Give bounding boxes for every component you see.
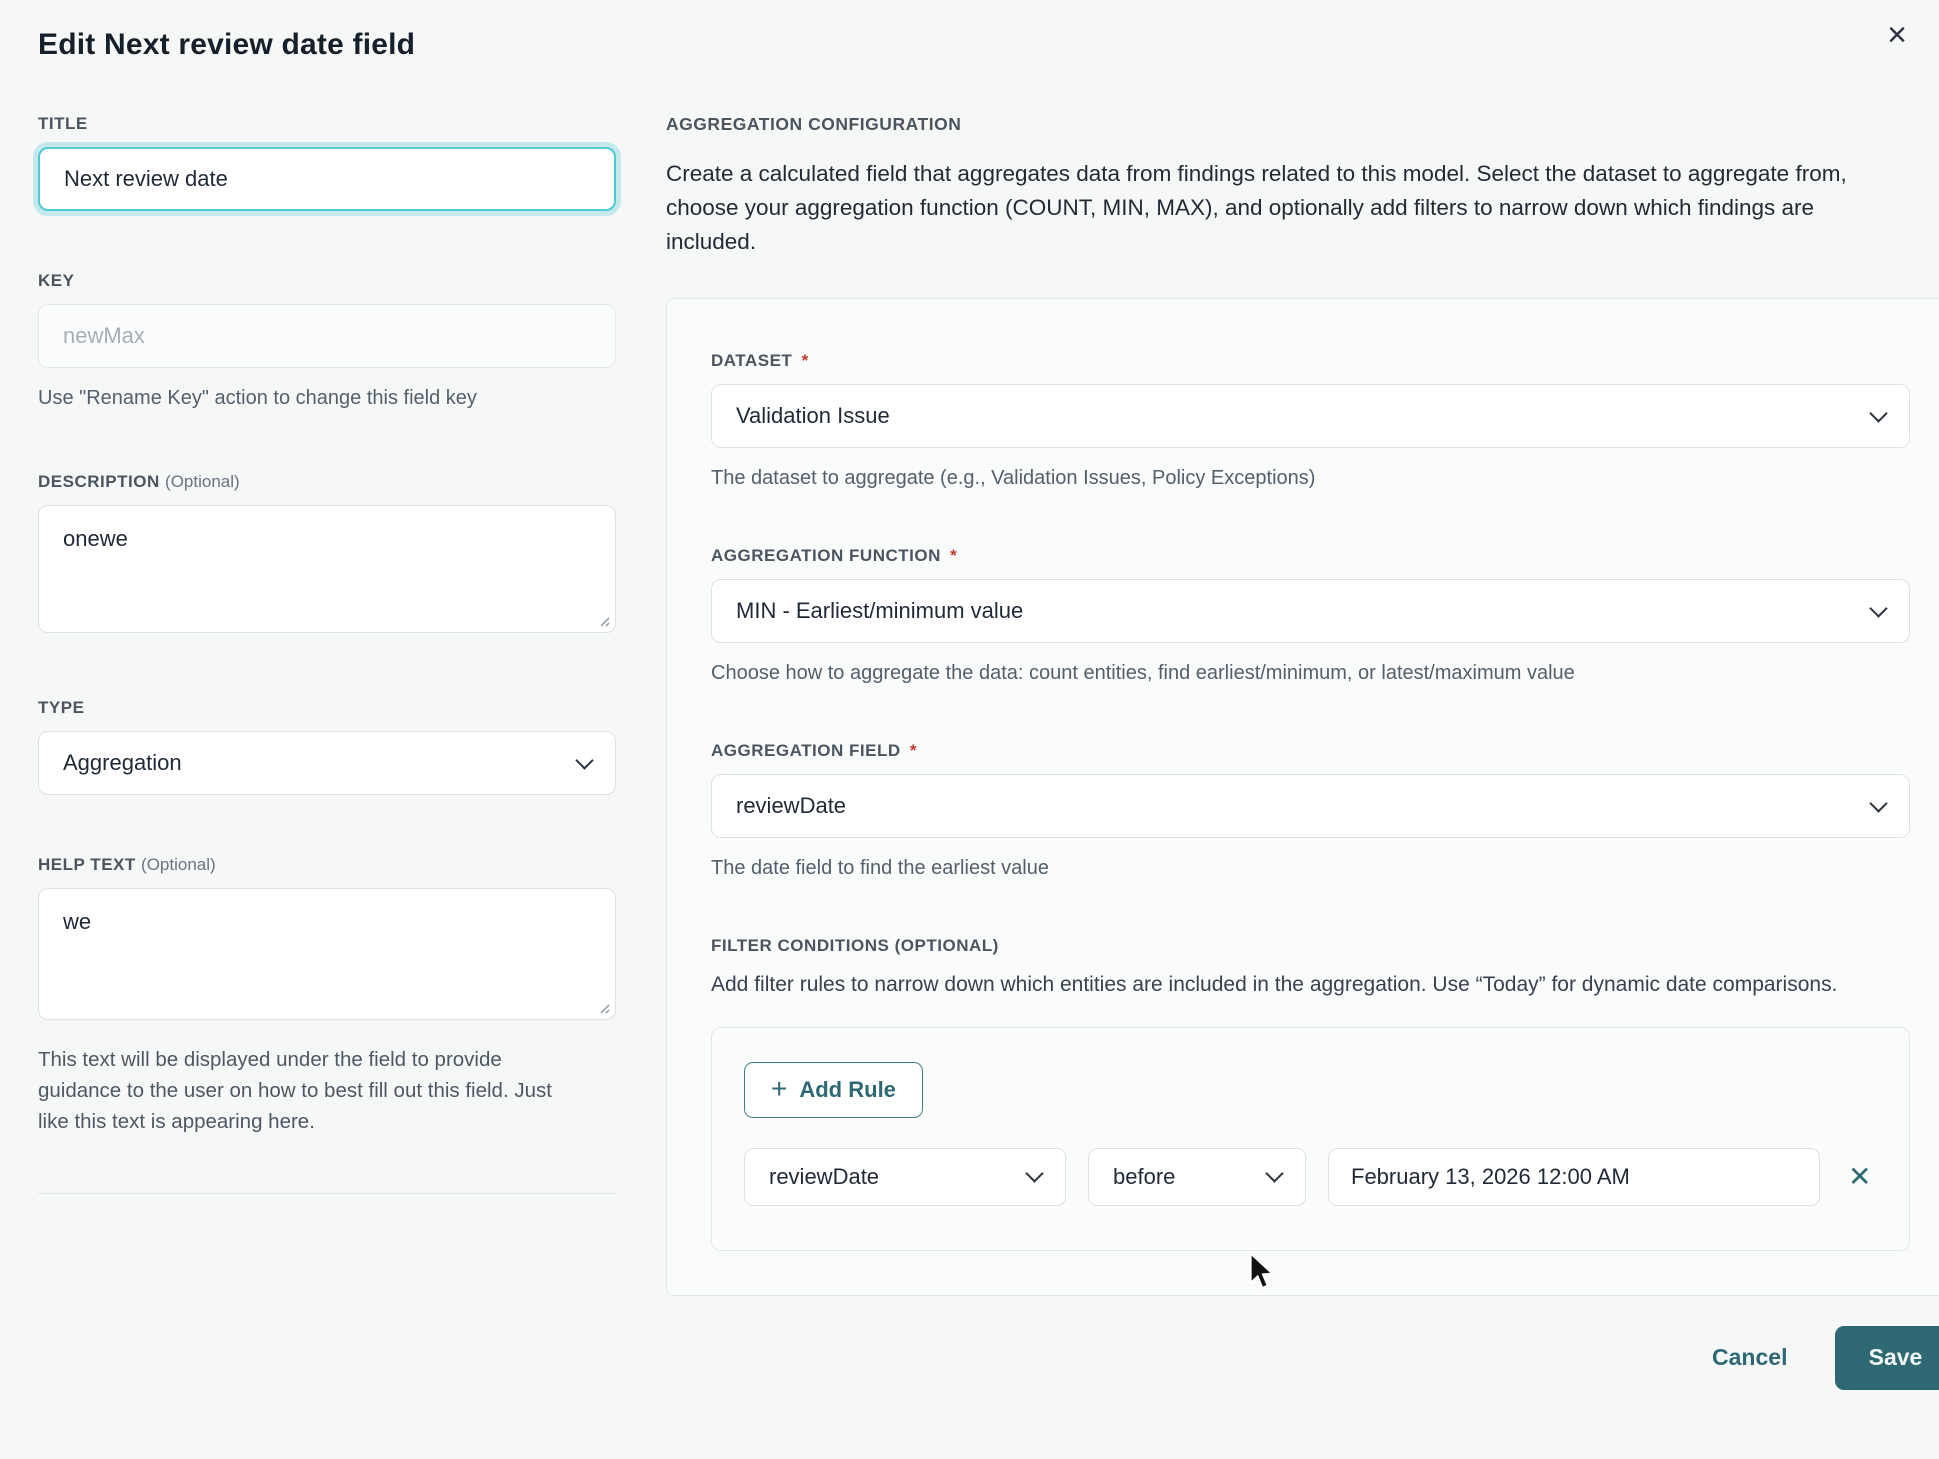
chevron-down-icon xyxy=(1265,1164,1283,1182)
chevron-down-icon xyxy=(1870,794,1888,812)
divider xyxy=(38,1193,616,1194)
type-select[interactable]: Aggregation xyxy=(38,731,616,795)
help-text-label-text: HELP TEXT xyxy=(38,855,136,874)
field-settings-column: TITLE KEY Use "Rename Key" action to cha… xyxy=(38,114,616,1390)
description-label-text: DESCRIPTION xyxy=(38,472,160,491)
key-input xyxy=(38,304,616,368)
filter-rules-panel: + Add Rule reviewDate before xyxy=(711,1027,1910,1251)
aggregation-intro: Create a calculated field that aggregate… xyxy=(666,157,1896,258)
type-select-value: Aggregation xyxy=(63,750,182,776)
rule-operator-select-value: before xyxy=(1113,1164,1175,1190)
title-input[interactable] xyxy=(38,147,616,211)
title-group: TITLE xyxy=(38,114,616,211)
aggregation-function-select-value: MIN - Earliest/minimum value xyxy=(736,598,1023,624)
chevron-down-icon xyxy=(1870,599,1888,617)
key-label: KEY xyxy=(38,271,616,291)
dataset-label-text: DATASET xyxy=(711,351,792,370)
aggregation-function-label: AGGREGATION FUNCTION * xyxy=(711,546,1910,566)
required-asterisk: * xyxy=(802,351,809,370)
required-asterisk: * xyxy=(910,741,917,760)
add-rule-label: Add Rule xyxy=(799,1077,896,1103)
help-text-textarea[interactable]: we xyxy=(38,888,616,1020)
type-group: TYPE Aggregation xyxy=(38,698,616,795)
aggregation-field-helper: The date field to find the earliest valu… xyxy=(711,854,1910,882)
help-text-label: HELP TEXT (Optional) xyxy=(38,855,616,875)
aggregation-column: AGGREGATION CONFIGURATION Create a calcu… xyxy=(666,114,1939,1390)
key-group: KEY Use "Rename Key" action to change th… xyxy=(38,271,616,412)
title-label: TITLE xyxy=(38,114,616,134)
save-button[interactable]: Save xyxy=(1835,1326,1939,1390)
aggregation-field-label-text: AGGREGATION FIELD xyxy=(711,741,901,760)
plus-icon: + xyxy=(771,1075,787,1103)
resize-grip-icon[interactable] xyxy=(595,999,610,1019)
filter-conditions-helper: Add filter rules to narrow down which en… xyxy=(711,970,1910,1000)
filter-conditions-label: FILTER CONDITIONS (OPTIONAL) xyxy=(711,936,1910,956)
filter-conditions-group: FILTER CONDITIONS (OPTIONAL) Add filter … xyxy=(711,936,1910,1250)
key-helper: Use "Rename Key" action to change this f… xyxy=(38,384,616,412)
required-asterisk: * xyxy=(950,546,957,565)
chevron-down-icon xyxy=(1870,404,1888,422)
add-rule-button[interactable]: + Add Rule xyxy=(744,1062,923,1118)
aggregation-field-select-value: reviewDate xyxy=(736,793,846,819)
description-optional-text: (Optional) xyxy=(165,472,240,491)
remove-rule-icon[interactable]: ✕ xyxy=(1842,1159,1877,1195)
chevron-down-icon xyxy=(1025,1164,1043,1182)
description-label: DESCRIPTION (Optional) xyxy=(38,472,616,492)
filter-rule-row: reviewDate before ✕ xyxy=(744,1148,1877,1206)
help-text-note: This text will be displayed under the fi… xyxy=(38,1045,558,1137)
help-text-group: HELP TEXT (Optional) we This text will b… xyxy=(38,855,616,1137)
dialog-columns: TITLE KEY Use "Rename Key" action to cha… xyxy=(38,114,1905,1390)
aggregation-field-label: AGGREGATION FIELD * xyxy=(711,741,1910,761)
chevron-down-icon xyxy=(575,751,593,769)
description-group: DESCRIPTION (Optional) onewe xyxy=(38,472,616,638)
edit-field-dialog: Edit Next review date field × TITLE KEY … xyxy=(0,0,1939,1459)
dataset-helper: The dataset to aggregate (e.g., Validati… xyxy=(711,464,1910,492)
dataset-select[interactable]: Validation Issue xyxy=(711,384,1910,448)
dataset-group: DATASET * Validation Issue The dataset t… xyxy=(711,351,1910,492)
aggregation-function-label-text: AGGREGATION FUNCTION xyxy=(711,546,941,565)
help-text-optional-text: (Optional) xyxy=(141,855,216,874)
cancel-button[interactable]: Cancel xyxy=(1712,1344,1787,1371)
close-icon[interactable]: × xyxy=(1887,18,1907,52)
dataset-label: DATASET * xyxy=(711,351,1910,371)
rule-operator-select[interactable]: before xyxy=(1088,1148,1306,1206)
rule-field-select-value: reviewDate xyxy=(769,1164,879,1190)
type-label: TYPE xyxy=(38,698,616,718)
aggregation-heading: AGGREGATION CONFIGURATION xyxy=(666,114,1939,135)
aggregation-function-helper: Choose how to aggregate the data: count … xyxy=(711,659,1910,687)
aggregation-function-select[interactable]: MIN - Earliest/minimum value xyxy=(711,579,1910,643)
aggregation-function-group: AGGREGATION FUNCTION * MIN - Earliest/mi… xyxy=(711,546,1910,687)
rule-date-input[interactable] xyxy=(1328,1148,1820,1206)
aggregation-field-select[interactable]: reviewDate xyxy=(711,774,1910,838)
description-textarea[interactable]: onewe xyxy=(38,505,616,633)
dialog-title: Edit Next review date field xyxy=(38,28,1905,62)
aggregation-field-group: AGGREGATION FIELD * reviewDate The date … xyxy=(711,741,1910,882)
dataset-select-value: Validation Issue xyxy=(736,403,890,429)
aggregation-card: DATASET * Validation Issue The dataset t… xyxy=(666,298,1939,1295)
resize-grip-icon[interactable] xyxy=(595,612,610,632)
dialog-footer: Cancel Save xyxy=(666,1326,1939,1390)
description-textarea-wrap: onewe xyxy=(38,505,616,638)
rule-field-select[interactable]: reviewDate xyxy=(744,1148,1066,1206)
help-text-textarea-wrap: we xyxy=(38,888,616,1025)
